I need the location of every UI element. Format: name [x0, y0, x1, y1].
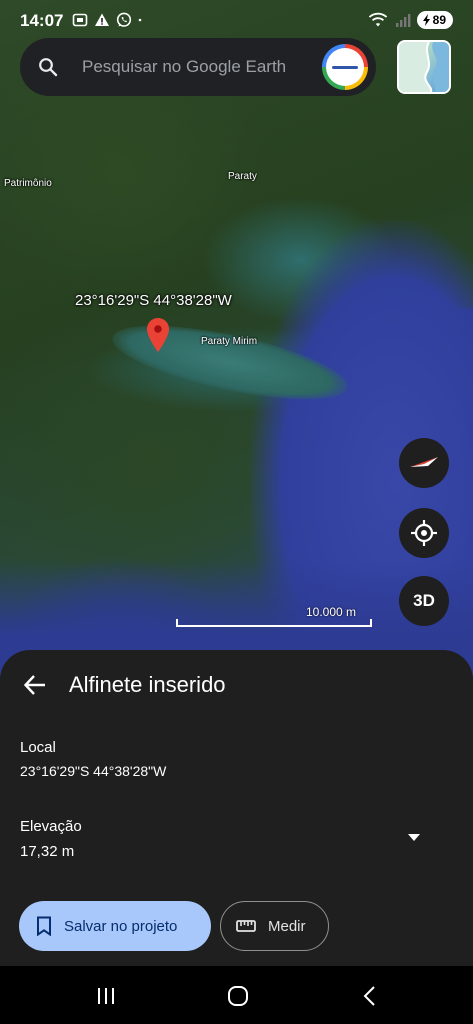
location-target-icon: [411, 520, 437, 546]
measure-button-label: Medir: [268, 917, 306, 935]
dropdown-arrow-icon[interactable]: [404, 830, 424, 844]
measure-button[interactable]: Medir: [220, 901, 329, 951]
warning-icon: [95, 13, 109, 26]
map-layers-button[interactable]: [397, 40, 451, 94]
elevation-label: Elevação: [20, 818, 82, 835]
ruler-icon: [236, 920, 256, 932]
system-icons: 89: [367, 11, 453, 29]
battery-indicator: 89: [416, 11, 453, 29]
back-arrow-icon[interactable]: [22, 672, 48, 698]
local-value: 23°16'29"S 44°38'28"W: [20, 763, 167, 779]
bookmark-icon: [37, 916, 51, 936]
scale-label: 10.000 m: [306, 605, 357, 619]
pin-coordinates-label: 23°16'29"S 44°38'28"W: [75, 292, 232, 309]
my-location-button[interactable]: [399, 508, 449, 558]
map-label-paraty: Paraty: [228, 171, 257, 182]
map-label-patrimonio: Patrimônio: [4, 178, 52, 189]
map-thumbnail-icon: [399, 42, 449, 92]
local-label: Local: [20, 739, 56, 756]
dot-icon: [138, 18, 142, 22]
pin-details-sheet: Alfinete inserido Local 23°16'29"S 44°38…: [0, 650, 473, 966]
save-to-project-button[interactable]: Salvar no projeto: [19, 901, 211, 951]
sheet-title: Alfinete inserido: [69, 672, 226, 697]
screenshot-icon: [72, 13, 88, 27]
wifi-icon: [368, 12, 387, 27]
compass-button[interactable]: [399, 438, 449, 488]
system-navigation-bar: [0, 966, 473, 1024]
status-time: 14:07: [20, 11, 64, 30]
home-icon[interactable]: [226, 984, 250, 1008]
toggle-3d-button[interactable]: 3D: [399, 576, 449, 626]
signal-icon: [395, 14, 411, 27]
battery-level: 89: [432, 13, 446, 27]
map-label-paraty-mirim: Paraty Mirim: [201, 336, 258, 347]
recent-apps-icon[interactable]: [94, 984, 118, 1008]
compass-icon: [410, 457, 438, 467]
map-pin-icon[interactable]: [147, 318, 169, 352]
search-bar[interactable]: [20, 38, 376, 96]
elevation-value: 17,32 m: [20, 843, 75, 860]
back-icon[interactable]: [358, 984, 382, 1008]
search-input[interactable]: [82, 56, 312, 78]
save-button-label: Salvar no projeto: [64, 917, 178, 935]
whatsapp-icon: [116, 12, 132, 27]
avatar-logo: [326, 48, 364, 86]
account-avatar[interactable]: [322, 44, 368, 90]
status-bar: 14:07 89: [0, 0, 473, 42]
search-icon[interactable]: [38, 57, 58, 77]
charging-icon: [422, 14, 430, 26]
notification-icons: [72, 12, 146, 28]
scale-bar: [176, 619, 372, 627]
